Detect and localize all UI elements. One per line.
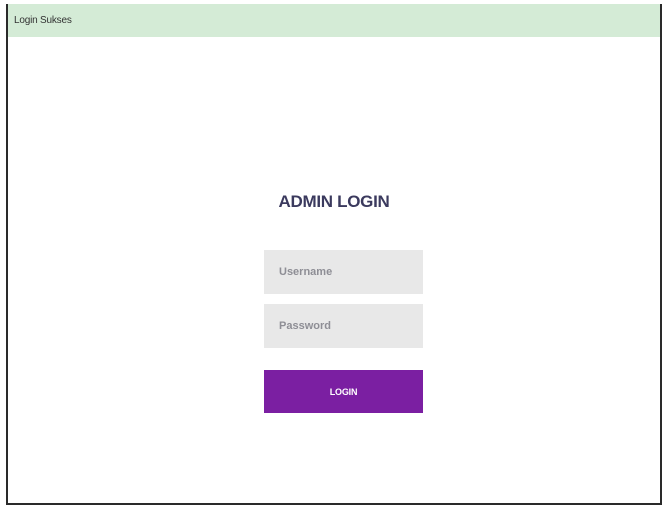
username-input[interactable] bbox=[264, 250, 423, 294]
password-input[interactable] bbox=[264, 304, 423, 348]
page-frame: Login Sukses ADMIN LOGIN LOGIN bbox=[6, 4, 662, 505]
alert-message: Login Sukses bbox=[14, 15, 72, 26]
login-button[interactable]: LOGIN bbox=[264, 370, 423, 413]
success-alert: Login Sukses bbox=[8, 4, 660, 37]
login-title: ADMIN LOGIN bbox=[278, 192, 390, 211]
